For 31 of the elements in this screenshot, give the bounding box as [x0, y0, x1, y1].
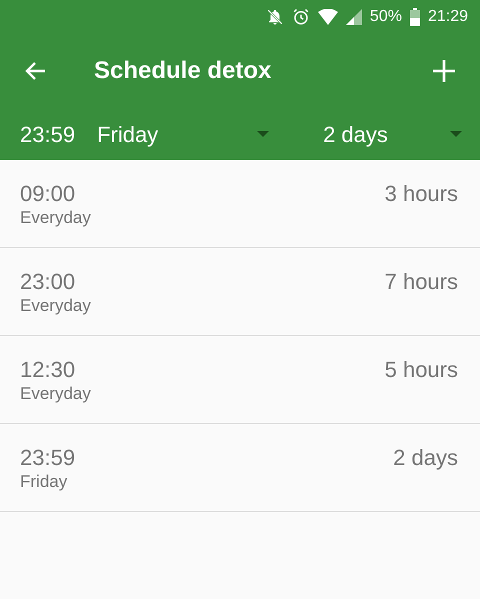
schedule-duration: 3 hours: [384, 180, 458, 208]
schedule-time: 12:30: [20, 356, 76, 384]
schedule-days: Everyday: [20, 384, 91, 404]
add-button[interactable]: [430, 57, 458, 85]
dropdown-caret-icon: [257, 131, 270, 137]
schedule-days: Friday: [20, 472, 76, 492]
schedule-days: Everyday: [20, 208, 91, 228]
plus-icon: [433, 60, 455, 82]
signal-icon: [346, 9, 362, 25]
schedule-duration: 2 days: [393, 444, 458, 472]
schedule-days: Everyday: [20, 296, 91, 316]
schedule-time: 23:00: [20, 268, 76, 296]
day-dropdown[interactable]: Friday: [97, 118, 270, 150]
schedule-time: 09:00: [20, 180, 76, 208]
alarm-icon: [292, 8, 310, 26]
schedule-row[interactable]: 23:59 Friday 2 days: [0, 424, 480, 512]
duration-dropdown[interactable]: 2 days: [323, 118, 462, 150]
schedule-time: 23:59: [20, 444, 76, 472]
bell-off-icon: [266, 8, 284, 26]
time-picker[interactable]: 23:59: [20, 118, 76, 150]
dropdown-caret-icon: [450, 131, 462, 137]
battery-percent: 50%: [370, 7, 402, 27]
clock-time: 21:29: [428, 7, 468, 27]
schedule-row[interactable]: 23:00 Everyday 7 hours: [0, 248, 480, 336]
battery-icon: [410, 8, 420, 26]
schedule-duration: 5 hours: [384, 356, 458, 384]
wifi-icon: [318, 9, 338, 25]
schedule-duration: 7 hours: [384, 268, 458, 296]
schedule-row[interactable]: 12:30 Everyday 5 hours: [0, 336, 480, 424]
app-title: Schedule detox: [94, 56, 272, 86]
schedule-row[interactable]: 09:00 Everyday 3 hours: [0, 160, 480, 248]
